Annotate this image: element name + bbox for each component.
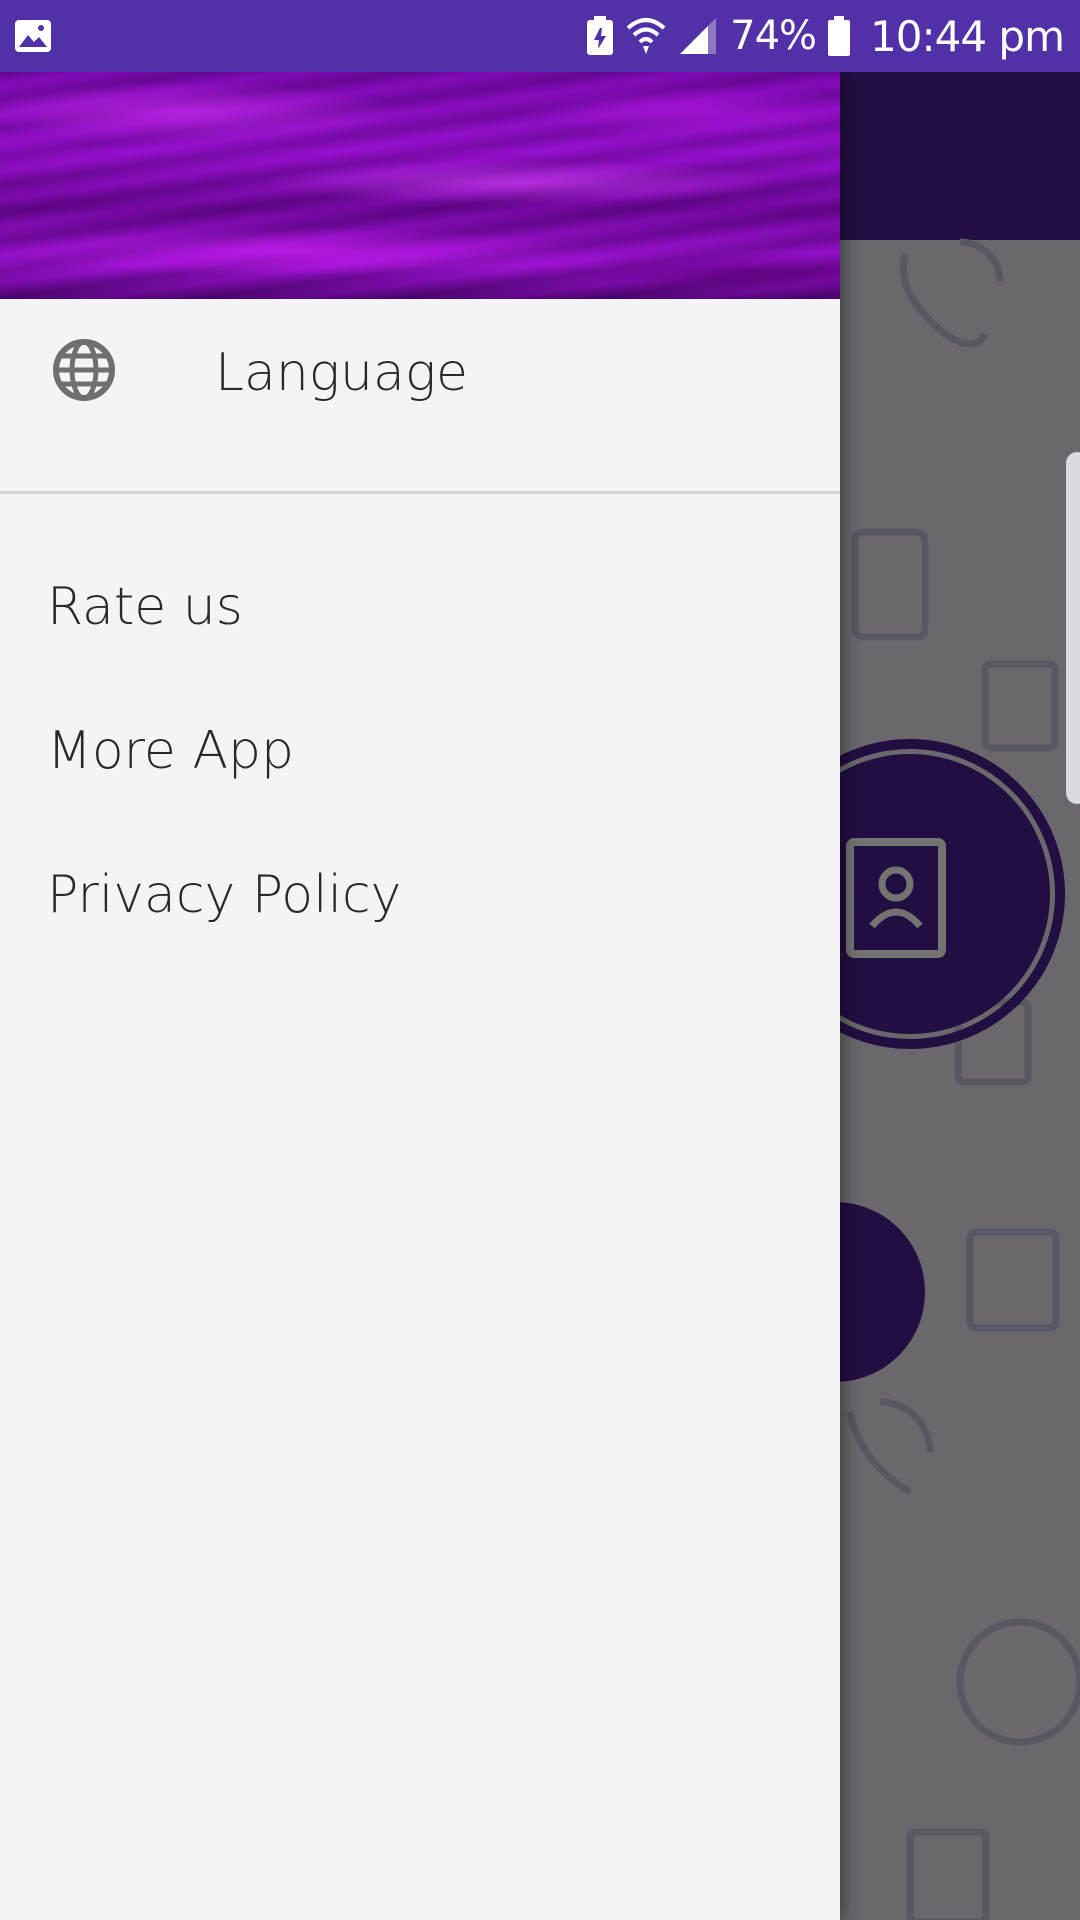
globe-icon [53,339,115,401]
menu-item-privacy-policy[interactable]: Privacy Policy [0,840,840,950]
menu-item-language[interactable]: Language [0,299,840,447]
menu-item-more-app[interactable]: More App [0,696,840,806]
wifi-icon [626,18,666,54]
navigation-drawer: Language Rate us More App Privacy Policy [0,72,840,1920]
gallery-icon [15,20,51,52]
signal-icon [680,18,717,54]
menu-item-rate-us[interactable]: Rate us [0,552,840,662]
clock: 10:44 pm [870,11,1065,61]
battery-percent: 74% [730,13,817,59]
menu-item-language-label: Language [215,343,469,403]
battery-saver-icon [587,16,614,55]
drawer-header-image [0,72,840,299]
battery-icon [828,16,851,56]
divider [0,491,840,494]
status-bar: 74% 10:44 pm [0,0,1080,72]
scroll-handle[interactable] [1066,452,1080,804]
